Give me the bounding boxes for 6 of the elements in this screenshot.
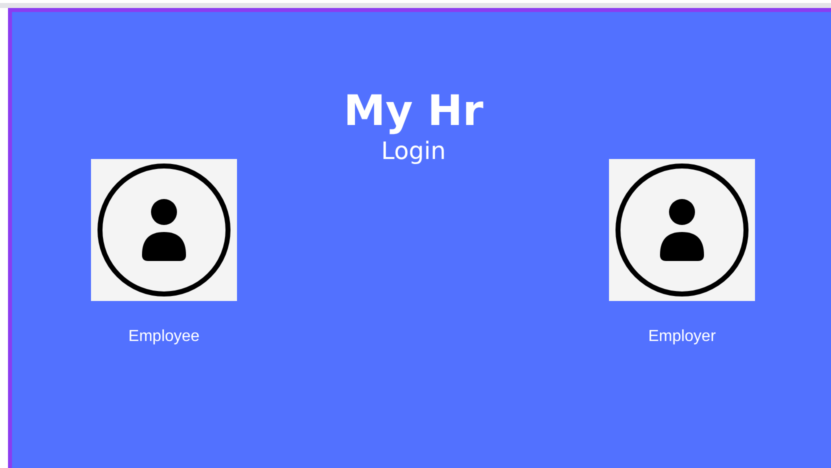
app-title: My Hr (344, 85, 484, 137)
login-heading: Login (381, 137, 446, 165)
user-avatar-button[interactable] (91, 159, 237, 301)
user-avatar-button[interactable] (609, 159, 755, 301)
role-label: Employer (648, 328, 716, 346)
role-label: Employee (128, 328, 200, 346)
